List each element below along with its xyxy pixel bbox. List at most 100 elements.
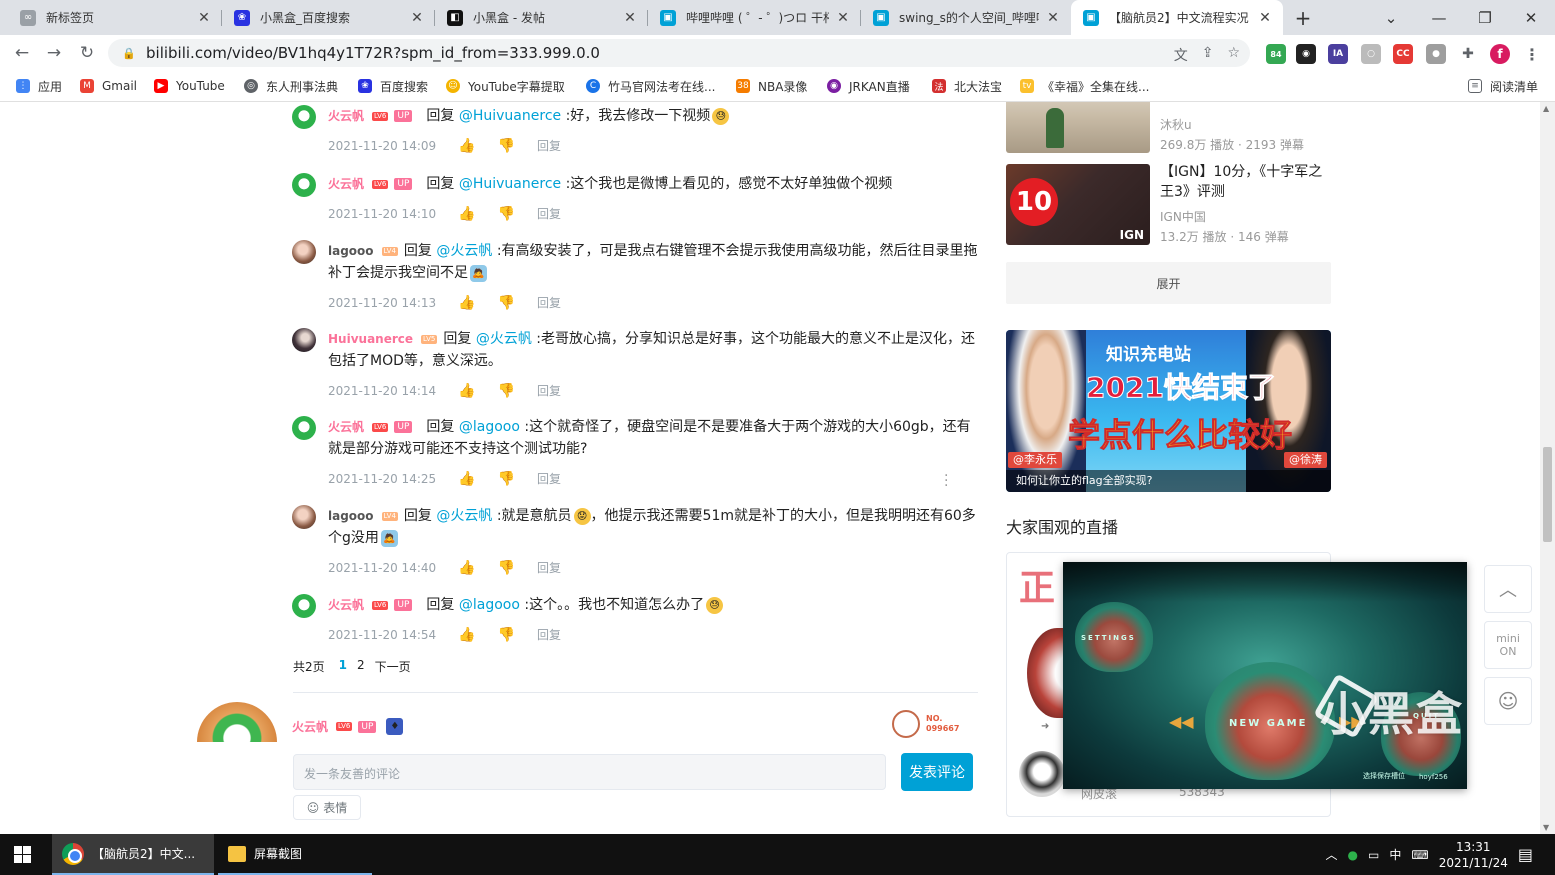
bookmark-youtube[interactable]: ▶ YouTube (154, 77, 225, 95)
profile-avatar[interactable]: f (1490, 44, 1510, 64)
like-icon[interactable]: 👍 (458, 135, 475, 157)
rec-thumbnail[interactable]: 10 IGN (1006, 164, 1150, 245)
ime-indicator[interactable]: 中 (1389, 846, 1401, 863)
menu-icon[interactable]: ⋮ (1522, 44, 1542, 64)
scroll-up-icon[interactable]: ▲ (1543, 104, 1549, 113)
rec-thumbnail[interactable] (1006, 102, 1150, 153)
bookmark-xingfu[interactable]: tv 《幸福》全集在线... (1020, 77, 1149, 95)
close-icon[interactable]: ✕ (622, 10, 638, 26)
bookmark-pkulaw[interactable]: 法北大法宝 (932, 77, 1002, 95)
bookmark-gmail[interactable]: M Gmail (80, 77, 137, 95)
keyboard-icon[interactable]: ⌨ (1411, 848, 1428, 862)
forward-icon[interactable]: → (42, 41, 66, 65)
new-tab-button[interactable]: + (1283, 0, 1323, 35)
page-2-link[interactable]: 2 (357, 658, 365, 675)
customer-service-icon[interactable]: ☺ (1484, 677, 1532, 725)
reply-username[interactable]: lagooo (328, 244, 374, 258)
taskbar-screenshots[interactable]: 屏幕截图 (218, 834, 372, 875)
dislike-icon[interactable]: 👎 (498, 292, 515, 314)
mention-link[interactable]: @lagooo (459, 419, 520, 435)
extension-icon[interactable]: ◉ (1296, 44, 1316, 64)
mini-toggle[interactable]: mini ON (1484, 621, 1532, 669)
bookmark-law[interactable]: ◎ 东人刑事法典 (244, 77, 338, 95)
mini-video-player[interactable]: SETTINGS NEW GAME QUIT ◀◀ ▶▶ 选择保存槽位 hoyf… (1063, 562, 1467, 789)
avatar[interactable] (292, 105, 316, 129)
mention-link[interactable]: @lagooo (459, 597, 520, 613)
notifications-icon[interactable]: ▤ (1518, 845, 1533, 864)
rec-title[interactable]: 【IGN】10分，《十字军之王3》评测 (1160, 162, 1335, 202)
reply-username[interactable]: 火云帆 (328, 177, 364, 191)
bookmark-jrkan[interactable]: ◉ JRKAN直播 (827, 77, 910, 95)
minimize-icon[interactable]: — (1416, 0, 1462, 35)
back-to-top-icon[interactable]: ︿ (1484, 565, 1532, 613)
bookmark-star-icon[interactable]: ☆ (1227, 45, 1240, 65)
taskbar-chrome[interactable]: 【脑航员2】中文... (52, 834, 214, 875)
reply-button[interactable]: 回复 (537, 624, 561, 646)
reply-username[interactable]: Huivuanerce (328, 332, 413, 346)
reading-list[interactable]: ≡ 阅读清单 (1468, 77, 1538, 95)
bookmark-baidu[interactable]: ❀ 百度搜索 (358, 77, 428, 95)
clock[interactable]: 13:31 2021/11/24 (1439, 839, 1508, 871)
submit-comment-button[interactable]: 发表评论 (901, 753, 973, 791)
tab-search-icon[interactable]: ⌄ (1368, 0, 1414, 35)
mention-link[interactable]: @火云帆 (436, 243, 492, 259)
like-icon[interactable]: 👍 (458, 468, 475, 490)
close-icon[interactable]: ✕ (409, 10, 425, 26)
mention-link[interactable]: @Huivuanerce (459, 108, 561, 124)
reply-username[interactable]: 火云帆 (328, 109, 364, 123)
dislike-icon[interactable]: 👎 (498, 135, 515, 157)
avatar[interactable] (292, 240, 316, 264)
avatar[interactable] (292, 328, 316, 352)
reload-icon[interactable]: ↻ (75, 41, 99, 65)
extension-icon[interactable]: ○ (1361, 44, 1381, 64)
avatar[interactable] (292, 173, 316, 197)
battery-icon[interactable]: ▭ (1368, 848, 1379, 862)
tab-active-video[interactable]: ▣ 【脑航员2】中文流程实况 ✕ (1071, 0, 1283, 35)
tab-heybox-post[interactable]: ◧ 小黑盒 - 发帖 ✕ (435, 0, 648, 35)
like-icon[interactable]: 👍 (458, 557, 475, 579)
scroll-down-icon[interactable]: ▼ (1543, 823, 1549, 832)
like-icon[interactable]: 👍 (458, 292, 475, 314)
page-scrollbar[interactable]: ▲ ▼ (1540, 102, 1555, 834)
mention-link[interactable]: @Huivuanerce (459, 176, 561, 192)
tab-bilibili-home[interactable]: ▣ 哔哩哔哩 ( ゜- ゜)つロ 干杯~ ✕ (648, 0, 861, 35)
composer-avatar[interactable] (197, 702, 277, 742)
close-icon[interactable]: ✕ (1257, 10, 1273, 26)
comment-input[interactable]: 发一条友善的评论 (293, 754, 886, 790)
close-icon[interactable]: ✕ (196, 10, 212, 26)
reply-username[interactable]: 火云帆 (328, 420, 364, 434)
extension-icon[interactable]: CC (1393, 44, 1413, 64)
like-icon[interactable]: 👍 (458, 380, 475, 402)
avatar[interactable] (292, 505, 316, 529)
emoji-button[interactable]: ☺ 表情 (293, 795, 361, 820)
scroll-thumb[interactable] (1543, 447, 1552, 542)
dislike-icon[interactable]: 👎 (498, 203, 515, 225)
dislike-icon[interactable]: 👎 (498, 468, 515, 490)
bookmark-nba[interactable]: 38 NBA录像 (736, 77, 807, 95)
extension-icon[interactable]: 84 (1266, 44, 1286, 64)
close-icon[interactable]: ✕ (1045, 10, 1061, 26)
composer-username[interactable]: 火云帆 (292, 718, 328, 735)
extension-icon[interactable]: ● (1426, 44, 1446, 64)
expand-button[interactable]: 展开 (1006, 262, 1331, 304)
back-icon[interactable]: ← (10, 41, 34, 65)
dislike-icon[interactable]: 👎 (498, 557, 515, 579)
restore-icon[interactable]: ❐ (1462, 0, 1508, 35)
tab-baidu[interactable]: ❀ 小黑盒_百度搜索 ✕ (222, 0, 435, 35)
close-icon[interactable]: ✕ (835, 10, 851, 26)
reply-button[interactable]: 回复 (537, 135, 561, 157)
reply-button[interactable]: 回复 (537, 468, 561, 490)
tab-new-tab[interactable]: ∞ 新标签页 ✕ (8, 0, 222, 35)
tab-bilibili-space[interactable]: ▣ swing_s的个人空间_哔哩哔 ✕ (861, 0, 1071, 35)
chevron-up-icon[interactable]: ︿ (1326, 846, 1338, 863)
reply-username[interactable]: 火云帆 (328, 598, 364, 612)
bookmark-yt-subs[interactable]: ☺ YouTube字幕提取 (446, 77, 565, 95)
reply-button[interactable]: 回复 (537, 380, 561, 402)
dislike-icon[interactable]: 👎 (498, 380, 515, 402)
reply-button[interactable]: 回复 (537, 203, 561, 225)
bookmark-apps[interactable]: ⋮ 应用 (16, 77, 62, 95)
translate-icon[interactable]: 文 (1174, 45, 1188, 65)
avatar[interactable] (292, 594, 316, 618)
reply-button[interactable]: 回复 (537, 557, 561, 579)
bookmark-zhuma[interactable]: C 竹马官网法考在线... (586, 77, 715, 95)
